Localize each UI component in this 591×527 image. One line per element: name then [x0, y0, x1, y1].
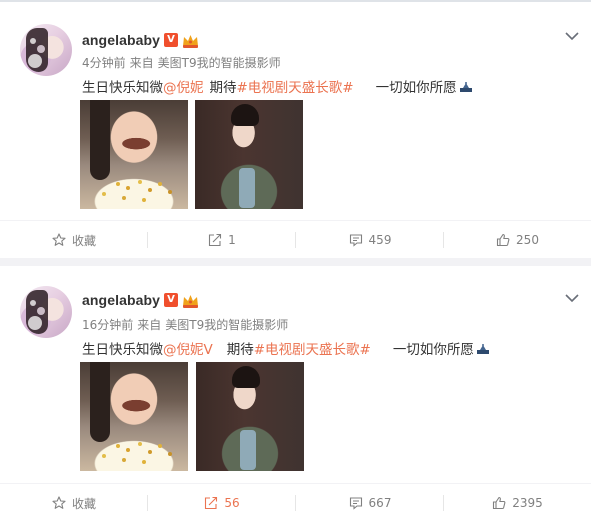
like-count: 250 — [516, 233, 539, 247]
source-prefix: 来自 — [137, 318, 162, 332]
post-meta: 16分钟前 来自 美图T9我的智能摄影师 — [82, 316, 292, 333]
user-row: angelababy V — [82, 290, 199, 310]
post-time[interactable]: 16分钟前 — [82, 318, 133, 332]
user-row: angelababy V — [82, 30, 199, 50]
post-text: 生日快乐知微@倪妮 期待#电视剧天盛长歌# 一切如你所愿 — [82, 76, 473, 96]
comment-icon — [349, 234, 362, 247]
post-text-intro: 生日快乐知微 — [82, 80, 163, 96]
action-bar: 收藏 1 459 250 — [0, 220, 591, 259]
star-icon — [52, 233, 66, 246]
post-image-1[interactable] — [80, 100, 188, 209]
repost-icon — [209, 233, 222, 247]
comment-button[interactable]: 459 — [296, 221, 444, 259]
post-image-1[interactable] — [80, 362, 188, 471]
username[interactable]: angelababy — [82, 292, 160, 308]
action-bar: 收藏 56 667 2395 — [0, 483, 591, 522]
like-button[interactable]: 250 — [444, 221, 591, 259]
chevron-down-icon[interactable] — [565, 26, 579, 41]
favorite-button[interactable]: 收藏 — [0, 484, 148, 522]
thumbs-up-icon — [496, 233, 510, 247]
comment-button[interactable]: 667 — [296, 484, 444, 522]
avatar[interactable] — [20, 24, 72, 76]
favorite-label: 收藏 — [71, 496, 96, 511]
comment-icon — [349, 497, 362, 510]
like-count: 2395 — [512, 496, 543, 510]
post-image-2[interactable] — [195, 100, 303, 209]
post-text-wish: 一切如你所愿 — [392, 342, 474, 358]
repost-button[interactable]: 1 — [148, 221, 296, 259]
mention-link[interactable]: @倪妮 — [163, 342, 204, 358]
topic-link[interactable]: #电视剧天盛长歌# — [254, 342, 371, 358]
username[interactable]: angelababy — [82, 32, 160, 48]
post-time[interactable]: 4分钟前 — [82, 56, 126, 70]
comment-count: 667 — [368, 496, 392, 510]
chevron-down-icon[interactable] — [565, 288, 579, 303]
post-text-expect: 期待 — [209, 80, 237, 96]
feed-card: angelababy V 4分钟前 来自 美图T9我的智能摄影师 生日快乐知微@倪妮… — [0, 2, 591, 263]
source-prefix: 来自 — [129, 56, 154, 70]
sparkle-icon — [476, 343, 490, 355]
post-text-intro: 生日快乐知微 — [82, 342, 163, 358]
repost-count: 1 — [228, 233, 236, 247]
feed-card: angelababy V 16分钟前 来自 美图T9我的智能摄影师 生日快乐知微@倪… — [0, 266, 591, 527]
avatar[interactable] — [20, 286, 72, 338]
repost-button[interactable]: 56 — [148, 484, 296, 522]
vip-badge[interactable]: V — [164, 33, 179, 47]
post-text-expect: 期待 — [226, 342, 254, 358]
favorite-label: 收藏 — [71, 233, 96, 248]
card-divider — [0, 258, 591, 266]
comment-count: 459 — [368, 233, 392, 247]
thumbs-up-icon — [493, 496, 506, 510]
favorite-button[interactable]: 收藏 — [0, 221, 148, 259]
post-image-2[interactable] — [196, 362, 304, 471]
crown-icon[interactable] — [182, 33, 199, 48]
mention-verified-mark: V — [203, 342, 213, 358]
repost-icon — [205, 496, 218, 510]
post-source[interactable]: 美图T9我的智能摄影师 — [158, 56, 281, 70]
repost-count: 56 — [224, 496, 240, 510]
mention-link[interactable]: @倪妮 — [163, 80, 204, 96]
post-source[interactable]: 美图T9我的智能摄影师 — [165, 318, 288, 332]
post-text-wish: 一切如你所愿 — [375, 80, 457, 96]
vip-badge[interactable]: V — [164, 293, 179, 307]
like-button[interactable]: 2395 — [444, 484, 591, 522]
sparkle-icon — [459, 81, 473, 93]
crown-icon[interactable] — [182, 293, 199, 308]
post-text: 生日快乐知微@倪妮V 期待#电视剧天盛长歌# 一切如你所愿 — [82, 338, 490, 358]
post-meta: 4分钟前 来自 美图T9我的智能摄影师 — [82, 54, 285, 71]
topic-link[interactable]: #电视剧天盛长歌# — [237, 80, 354, 96]
star-icon — [52, 496, 66, 509]
